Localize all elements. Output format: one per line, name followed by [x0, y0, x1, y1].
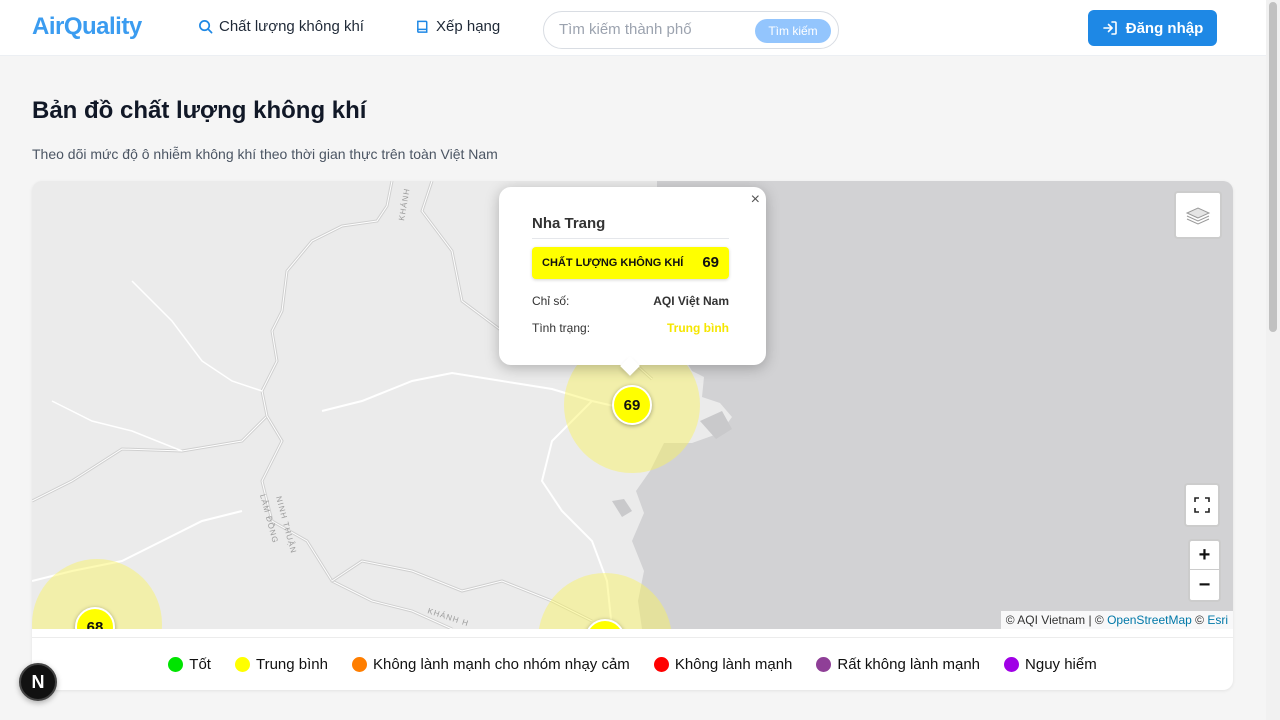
book-icon	[417, 20, 428, 33]
legend-label-moderate: Trung bình	[255, 655, 328, 673]
close-icon[interactable]: ×	[751, 191, 760, 209]
search-input[interactable]	[559, 21, 749, 38]
nextjs-icon[interactable]: N	[19, 663, 57, 701]
legend-item-hazardous: Nguy hiểm	[1004, 656, 1097, 673]
layers-button[interactable]	[1174, 191, 1222, 239]
legend-dot-good	[168, 656, 184, 672]
attribution-esri-link[interactable]: Esri	[1207, 613, 1228, 627]
legend-label-good: Tốt	[189, 655, 211, 673]
popup-aqi-badge: CHẤT LƯỢNG KHÔNG KHÍ 69	[532, 247, 729, 279]
search-icon	[199, 20, 213, 34]
nav-air-quality-label: Chất lượng không khí	[219, 18, 364, 35]
legend-item-usg: Không lành mạnh cho nhóm nhạy cảm	[351, 655, 630, 673]
attribution-sep: ©	[1195, 613, 1204, 627]
nav-ranking-label: Xếp hạng	[436, 18, 501, 35]
legend-label-usg: Không lành mạnh cho nhóm nhạy cảm	[372, 655, 630, 673]
city-search: Tìm kiếm	[543, 11, 839, 49]
legend-dot-hazardous	[1004, 656, 1020, 672]
map-card: KHÁNH LÂM ĐỒNG NINH THUẬN KHÁNH H 69 68 …	[32, 181, 1233, 690]
login-button[interactable]: Đăng nhập	[1088, 10, 1217, 46]
legend-item-moderate: Trung bình	[234, 655, 328, 673]
legend-label-very-unhealthy: Rất không lành mạnh	[837, 655, 981, 673]
legend-dot-unhealthy	[653, 656, 669, 672]
legend-item-very-unhealthy: Rất không lành mạnh	[816, 656, 980, 673]
map-attribution: © AQI Vietnam | © OpenStreetMap © Esri	[1000, 611, 1233, 629]
scrollbar-thumb[interactable]	[1269, 2, 1277, 332]
fullscreen-button[interactable]	[1184, 483, 1220, 527]
legend-label-unhealthy: Không lành mạnh	[674, 655, 793, 673]
legend-dot-very-unhealthy	[816, 656, 832, 672]
zoom-control: + −	[1188, 539, 1221, 602]
legend-dot-usg	[351, 656, 367, 672]
aqi-legend: Tốt Trung bình Không lành mạnh cho nhóm …	[32, 637, 1233, 690]
nav-air-quality[interactable]: Chất lượng không khí	[198, 18, 364, 35]
login-label: Đăng nhập	[1125, 19, 1204, 37]
login-icon	[1102, 21, 1117, 35]
page-scrollbar[interactable]	[1266, 0, 1280, 720]
station-popup: × Nha Trang CHẤT LƯỢNG KHÔNG KHÍ 69 Chỉ …	[499, 187, 766, 376]
aqi-marker-nha-trang[interactable]: 69	[612, 385, 652, 425]
page-title: Bản đồ chất lượng không khí	[32, 97, 367, 124]
zoom-out-button[interactable]: −	[1190, 571, 1219, 600]
popup-status-key: Tình trạng:	[532, 321, 591, 335]
attribution-osm-link[interactable]: OpenStreetMap	[1107, 613, 1192, 627]
nav-ranking[interactable]: Xếp hạng	[415, 18, 500, 35]
popup-aqi-value: 69	[702, 254, 719, 271]
search-button[interactable]: Tìm kiếm	[755, 19, 831, 43]
popup-aqi-label: CHẤT LƯỢNG KHÔNG KHÍ	[542, 257, 684, 269]
attribution-aqi: © AQI Vietnam | ©	[1005, 613, 1104, 627]
popup-status-value: Trung bình	[667, 321, 729, 335]
legend-item-unhealthy: Không lành mạnh	[653, 655, 793, 673]
top-navbar: AirQuality Chất lượng không khí Xếp hạng…	[0, 0, 1266, 56]
popup-index-key: Chỉ số:	[532, 294, 570, 308]
page-subtitle: Theo dõi mức độ ô nhiễm không khí theo t…	[32, 146, 498, 162]
legend-label-hazardous: Nguy hiểm	[1025, 655, 1097, 673]
legend-item-good: Tốt	[168, 656, 211, 673]
popup-divider	[532, 238, 729, 239]
fullscreen-icon	[1194, 497, 1210, 513]
aqi-map[interactable]: KHÁNH LÂM ĐỒNG NINH THUẬN KHÁNH H 69 68 …	[32, 181, 1233, 629]
layers-icon	[1185, 207, 1211, 225]
legend-dot-moderate	[234, 656, 250, 672]
zoom-in-button[interactable]: +	[1190, 541, 1219, 570]
popup-index-value: AQI Việt Nam	[653, 294, 729, 308]
brand-logo[interactable]: AirQuality	[32, 13, 142, 41]
popup-city-name: Nha Trang	[532, 215, 606, 232]
